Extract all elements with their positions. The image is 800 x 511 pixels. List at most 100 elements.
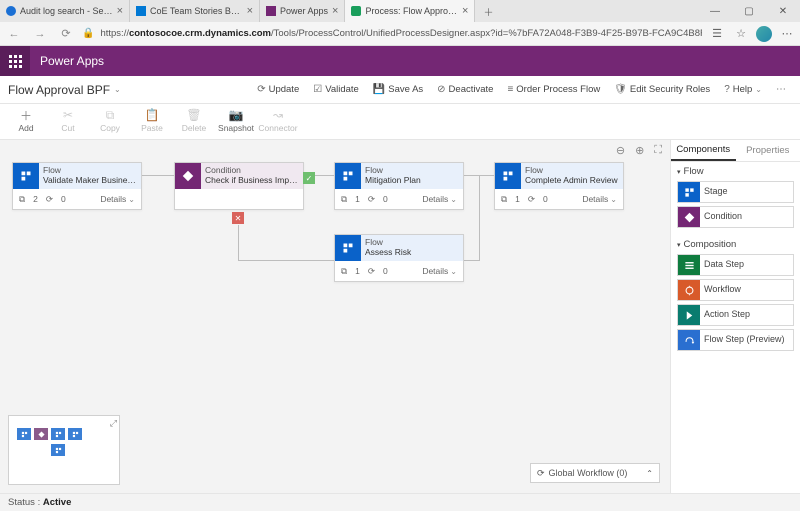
checklist-icon: ☑: [313, 84, 322, 95]
close-window-button[interactable]: ✕: [766, 0, 800, 22]
workflow-icon: ⟳: [537, 468, 545, 479]
order-icon: ≡: [507, 84, 513, 95]
address-bar: ← → ⟳ 🔒 https://contosocoe.crm.dynamics.…: [0, 22, 800, 46]
section-composition-header[interactable]: ▾Composition: [677, 239, 794, 250]
tile-workflow[interactable]: Workflow: [677, 279, 794, 301]
lock-icon: 🔒: [82, 28, 94, 39]
chevron-up-icon: ⌃: [646, 469, 653, 478]
minimize-button[interactable]: —: [698, 0, 732, 22]
command-bar: Flow Approval BPF⌄ ⟳Update ☑Validate 💾Sa…: [0, 76, 800, 104]
copy-button[interactable]: ⧉Copy: [90, 107, 130, 133]
stage-assess-risk[interactable]: FlowAssess Risk ⧉1⟳0Details⌄: [334, 234, 464, 282]
fit-screen-button[interactable]: ⛶: [654, 144, 662, 157]
condition-icon: [175, 163, 201, 189]
deactivate-button[interactable]: ⊘Deactivate: [431, 84, 499, 95]
minimap[interactable]: ⤢: [8, 415, 120, 485]
tile-stage[interactable]: Stage: [677, 181, 794, 203]
tile-action-step[interactable]: Action Step: [677, 304, 794, 326]
paste-icon: 📋: [132, 107, 172, 123]
data-step-icon: [678, 255, 700, 275]
triangle-down-icon: ▾: [677, 241, 681, 249]
triangle-down-icon: ▾: [677, 168, 681, 176]
refresh-button[interactable]: ⟳: [56, 27, 76, 40]
stage-condition[interactable]: ConditionCheck if Business Impact is Hig…: [174, 162, 304, 210]
app-name: Power Apps: [30, 54, 104, 68]
url-field[interactable]: https://contosocoe.crm.dynamics.com/Tool…: [100, 28, 702, 39]
add-button[interactable]: ＋Add: [6, 107, 46, 133]
app-launcher-button[interactable]: [0, 46, 30, 76]
save-as-button[interactable]: 💾Save As: [367, 84, 429, 95]
details-toggle[interactable]: Details⌄: [422, 194, 457, 204]
zoom-out-button[interactable]: ⊖: [616, 144, 625, 157]
profile-avatar[interactable]: [756, 26, 772, 42]
browser-tab-2[interactable]: Power Apps×: [260, 0, 345, 22]
reading-view-icon[interactable]: ☰: [708, 27, 726, 40]
cut-button[interactable]: ✂Cut: [48, 107, 88, 133]
save-icon: 💾: [373, 84, 385, 95]
help-button[interactable]: ?Help⌄: [718, 84, 768, 95]
close-icon[interactable]: ×: [332, 5, 338, 17]
close-icon[interactable]: ×: [462, 5, 468, 17]
flow-icon: [495, 163, 521, 189]
section-flow-header[interactable]: ▾Flow: [677, 166, 794, 177]
steps-icon: ⧉: [19, 194, 25, 205]
details-toggle[interactable]: Details⌄: [582, 194, 617, 204]
app-header: Power Apps: [0, 46, 800, 76]
steps-icon: ⧉: [341, 266, 347, 277]
components-panel: Components Properties ▾Flow Stage Condit…: [670, 140, 800, 493]
camera-icon: 📷: [216, 107, 256, 123]
stage-mitigation-plan[interactable]: FlowMitigation Plan ⧉1⟳0Details⌄: [334, 162, 464, 210]
close-icon[interactable]: ×: [117, 5, 123, 17]
more-commands-button[interactable]: ⋯: [770, 84, 792, 95]
flow-icon: [13, 163, 39, 189]
duration-icon: ⟳: [368, 194, 375, 205]
status-bar: Status : Active: [0, 493, 800, 511]
stage-icon: [678, 182, 700, 202]
tab-properties[interactable]: Properties: [736, 140, 800, 161]
browser-tab-3[interactable]: Process: Flow Approval BPF - M×: [345, 0, 475, 22]
tile-data-step[interactable]: Data Step: [677, 254, 794, 276]
copy-icon: ⧉: [90, 107, 130, 123]
trash-icon: 🗑: [174, 107, 214, 123]
zoom-in-button[interactable]: ⊕: [635, 144, 644, 157]
details-toggle[interactable]: Details⌄: [100, 194, 135, 204]
stage-complete-admin-review[interactable]: FlowComplete Admin Review ⧉1⟳0Details⌄: [494, 162, 624, 210]
duration-icon: ⟳: [46, 194, 53, 205]
action-step-icon: [678, 305, 700, 325]
designer-canvas[interactable]: ⊖ ⊕ ⛶ FlowValidate Maker Business Requir…: [0, 140, 670, 493]
browser-tab-1[interactable]: CoE Team Stories Board - Boards×: [130, 0, 260, 22]
global-workflow-bar[interactable]: ⟳Global Workflow (0)⌃: [530, 463, 660, 483]
delete-button[interactable]: 🗑Delete: [174, 107, 214, 133]
stage-validate-maker[interactable]: FlowValidate Maker Business Require… ⧉2⟳…: [12, 162, 142, 210]
browser-tabstrip: Audit log search - Security & C× CoE Tea…: [0, 0, 800, 22]
workflow-icon: [678, 280, 700, 300]
paste-button[interactable]: 📋Paste: [132, 107, 172, 133]
browser-more-icon[interactable]: ⋯: [778, 27, 796, 40]
tab-components[interactable]: Components: [671, 140, 736, 161]
back-button[interactable]: ←: [4, 28, 24, 40]
condition-false-chip: ✕: [232, 212, 244, 224]
maximize-button[interactable]: ▢: [732, 0, 766, 22]
tile-condition[interactable]: Condition: [677, 206, 794, 228]
connector-button[interactable]: ↝Connector: [258, 107, 298, 133]
edit-security-button[interactable]: 🛡Edit Security Roles: [608, 84, 716, 95]
tile-flow-step[interactable]: Flow Step (Preview): [677, 329, 794, 351]
close-icon[interactable]: ×: [247, 5, 253, 17]
forward-button[interactable]: →: [30, 28, 50, 40]
order-process-button[interactable]: ≡Order Process Flow: [501, 84, 606, 95]
steps-icon: ⧉: [501, 194, 507, 205]
refresh-icon: ⟳: [257, 84, 265, 95]
new-tab-button[interactable]: ＋: [475, 0, 501, 22]
update-button[interactable]: ⟳Update: [251, 84, 305, 95]
browser-tab-0[interactable]: Audit log search - Security & C×: [0, 0, 130, 22]
deactivate-icon: ⊘: [437, 84, 445, 95]
flow-icon: [335, 163, 361, 189]
details-toggle[interactable]: Details⌄: [422, 266, 457, 276]
favorites-icon[interactable]: ☆: [732, 27, 750, 40]
snapshot-button[interactable]: 📷Snapshot: [216, 107, 256, 133]
condition-icon: [678, 207, 700, 227]
scissors-icon: ✂: [48, 107, 88, 123]
expand-icon[interactable]: ⤢: [110, 418, 117, 429]
process-title[interactable]: Flow Approval BPF⌄: [8, 83, 121, 97]
validate-button[interactable]: ☑Validate: [307, 84, 365, 95]
